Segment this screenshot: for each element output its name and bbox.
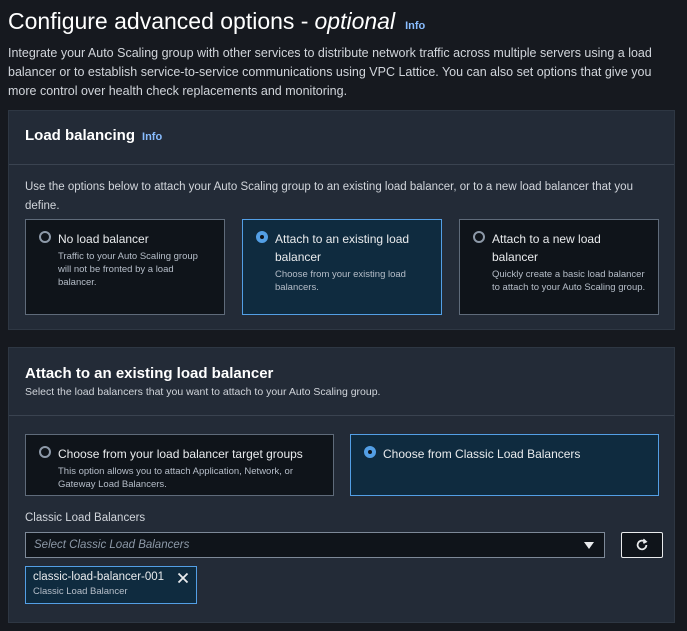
existing-lb-title: Attach to an existing load balancer [25,365,274,382]
close-icon[interactable] [177,572,189,584]
classic-lb-select[interactable]: Select Classic Load Balancers [25,532,605,558]
panel-divider [9,164,674,165]
load-balancing-description: Use the options below to attach your Aut… [25,181,633,212]
panel-divider [9,415,674,416]
existing-lb-subtitle: Select the load balancers that you want … [25,386,381,398]
radio-no-load-balancer[interactable] [39,231,51,243]
classic-lb-field-label: Classic Load Balancers [25,512,146,524]
load-balancing-info-link[interactable]: Info [142,131,162,143]
option-description: Choose from your existing load balancers… [275,269,406,293]
option-label: Attach to an existing load balancer [275,232,410,264]
option-label: Choose from Classic Load Balancers [383,447,581,461]
radio-classic-load-balancers[interactable] [364,446,376,458]
refresh-icon [636,538,648,551]
classic-lb-select-placeholder: Select Classic Load Balancers [34,539,190,551]
caret-down-icon [584,542,594,549]
page-title-text: Configure advanced options - [8,8,309,34]
token-name: classic-load-balancer-001 [33,571,165,583]
option-description: Traffic to your Auto Scaling group will … [58,251,198,288]
token-type: Classic Load Balancer [33,586,128,597]
load-balancing-panel: Load balancing Info Use the options belo… [8,110,675,330]
radio-new-load-balancer[interactable] [473,231,485,243]
option-existing-load-balancer[interactable]: Attach to an existing load balancer Choo… [242,219,442,315]
radio-target-groups[interactable] [39,446,51,458]
refresh-button[interactable] [621,532,663,558]
option-description: Quickly create a basic load balancer to … [492,269,646,293]
radio-existing-load-balancer[interactable] [256,231,268,243]
page-info-link[interactable]: Info [405,11,425,41]
page-title-optional: optional [314,8,396,34]
option-description: This option allows you to attach Applica… [58,466,293,490]
selected-load-balancer-token: classic-load-balancer-001 Classic Load B… [25,566,197,604]
option-label: No load balancer [58,232,149,246]
page-title: Configure advanced options - optional In… [8,6,680,41]
page-header: Configure advanced options - optional In… [8,6,680,101]
option-classic-load-balancers[interactable]: Choose from Classic Load Balancers [350,434,659,496]
option-label: Choose from your load balancer target gr… [58,447,303,461]
option-no-load-balancer[interactable]: No load balancer Traffic to your Auto Sc… [25,219,225,315]
option-label: Attach to a new load balancer [492,232,601,264]
page-description: Integrate your Auto Scaling group with o… [8,46,652,98]
load-balancing-title-text: Load balancing [25,127,136,144]
existing-load-balancer-panel: Attach to an existing load balancer Sele… [8,347,675,623]
option-new-load-balancer[interactable]: Attach to a new load balancer Quickly cr… [459,219,659,315]
load-balancing-title: Load balancing Info [25,127,658,144]
option-target-groups[interactable]: Choose from your load balancer target gr… [25,434,334,496]
